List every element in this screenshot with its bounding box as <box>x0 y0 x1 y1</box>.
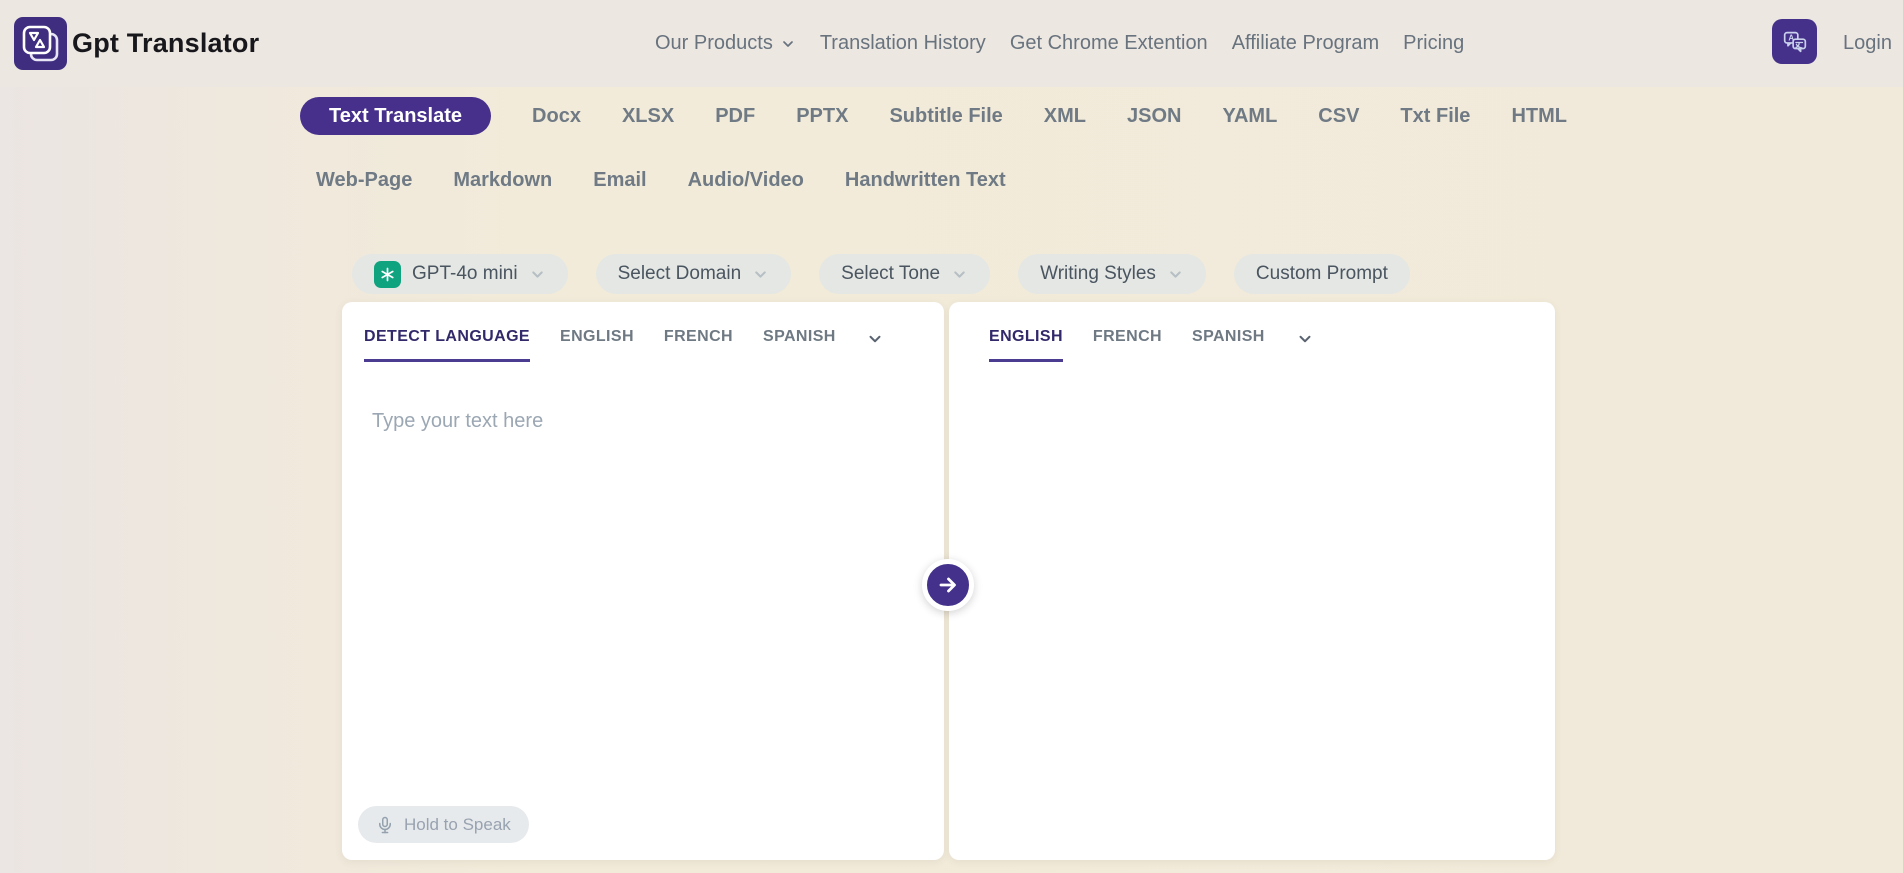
source-text-input[interactable] <box>356 394 930 764</box>
translate-arrow-button[interactable] <box>922 559 974 611</box>
model-select-dropdown[interactable]: GPT-4o mini <box>352 254 568 294</box>
tone-select-label: Select Tone <box>841 263 940 285</box>
source-tab-french[interactable]: FRENCH <box>664 328 733 362</box>
brand-logo-icon <box>14 17 67 70</box>
file-tab-pptx[interactable]: PPTX <box>796 105 848 128</box>
file-tab-xlsx[interactable]: XLSX <box>622 105 674 128</box>
login-link[interactable]: Login <box>1843 0 1892 87</box>
arrow-right-icon <box>936 573 960 597</box>
model-select-label: GPT-4o mini <box>412 263 518 285</box>
file-type-tabs-row-1: Text Translate Docx XLSX PDF PPTX Subtit… <box>300 97 1567 135</box>
source-language-tabs: DETECT LANGUAGE ENGLISH FRENCH SPANISH <box>364 328 866 362</box>
tone-select-dropdown[interactable]: Select Tone <box>819 254 990 294</box>
gpt-translator-page: Gpt Translator Our Products Translation … <box>0 0 1903 873</box>
translate-bubbles-icon-button[interactable]: A <box>1772 19 1817 64</box>
main-nav: Our Products Translation History Get Chr… <box>655 0 1464 87</box>
domain-select-dropdown[interactable]: Select Domain <box>596 254 792 294</box>
nav-item-label: Our Products <box>655 32 773 55</box>
file-tab-email[interactable]: Email <box>593 169 646 192</box>
target-panel: ENGLISH FRENCH SPANISH <box>949 302 1555 860</box>
target-language-tabs: ENGLISH FRENCH SPANISH <box>989 328 1314 362</box>
translation-controls: GPT-4o mini Select Domain Select Tone Wr… <box>352 254 1410 294</box>
file-tab-xml[interactable]: XML <box>1044 105 1086 128</box>
file-tab-txt-file[interactable]: Txt File <box>1400 105 1470 128</box>
nav-item-our-products[interactable]: Our Products <box>655 32 796 55</box>
chevron-down-icon <box>780 36 796 52</box>
translate-bubbles-icon: A <box>1780 27 1810 57</box>
domain-select-label: Select Domain <box>618 263 742 285</box>
file-tab-audio-video[interactable]: Audio/Video <box>688 169 804 192</box>
file-tab-yaml[interactable]: YAML <box>1222 105 1277 128</box>
main-content: Text Translate Docx XLSX PDF PPTX Subtit… <box>0 87 1903 873</box>
microphone-icon <box>376 816 394 834</box>
openai-logo-icon <box>374 261 401 288</box>
file-tab-csv[interactable]: CSV <box>1318 105 1359 128</box>
file-tab-web-page[interactable]: Web-Page <box>316 169 412 192</box>
source-tab-detect-language[interactable]: DETECT LANGUAGE <box>364 328 530 362</box>
nav-item-pricing[interactable]: Pricing <box>1403 32 1464 55</box>
source-tab-english[interactable]: ENGLISH <box>560 328 634 362</box>
custom-prompt-button[interactable]: Custom Prompt <box>1234 254 1410 294</box>
target-tab-french[interactable]: FRENCH <box>1093 328 1162 362</box>
chevron-down-icon <box>1167 266 1184 283</box>
hold-to-speak-button[interactable]: Hold to Speak <box>358 806 529 843</box>
file-tab-handwritten-text[interactable]: Handwritten Text <box>845 169 1006 192</box>
chevron-down-icon[interactable] <box>866 330 884 361</box>
file-tab-markdown[interactable]: Markdown <box>453 169 552 192</box>
source-panel: DETECT LANGUAGE ENGLISH FRENCH SPANISH H… <box>342 302 944 860</box>
target-tab-english[interactable]: ENGLISH <box>989 328 1063 362</box>
file-type-tabs-row-2: Web-Page Markdown Email Audio/Video Hand… <box>316 161 1006 199</box>
chevron-down-icon[interactable] <box>1296 330 1314 361</box>
hold-to-speak-label: Hold to Speak <box>404 815 511 835</box>
file-tab-docx[interactable]: Docx <box>532 105 581 128</box>
file-tab-subtitle-file[interactable]: Subtitle File <box>889 105 1002 128</box>
nav-item-translation-history[interactable]: Translation History <box>820 32 986 55</box>
custom-prompt-label: Custom Prompt <box>1256 263 1388 285</box>
writing-styles-dropdown[interactable]: Writing Styles <box>1018 254 1206 294</box>
writing-styles-label: Writing Styles <box>1040 263 1156 285</box>
file-tab-html[interactable]: HTML <box>1511 105 1567 128</box>
file-tab-pdf[interactable]: PDF <box>715 105 755 128</box>
header: Gpt Translator Our Products Translation … <box>0 0 1903 87</box>
nav-item-affiliate-program[interactable]: Affiliate Program <box>1232 32 1379 55</box>
chevron-down-icon <box>752 266 769 283</box>
brand-title: Gpt Translator <box>72 0 259 87</box>
chevron-down-icon <box>529 266 546 283</box>
nav-item-get-chrome-extension[interactable]: Get Chrome Extention <box>1010 32 1208 55</box>
file-tab-text-translate[interactable]: Text Translate <box>300 97 491 135</box>
target-tab-spanish[interactable]: SPANISH <box>1192 328 1265 362</box>
source-tab-spanish[interactable]: SPANISH <box>763 328 836 362</box>
file-tab-json[interactable]: JSON <box>1127 105 1181 128</box>
chevron-down-icon <box>951 266 968 283</box>
